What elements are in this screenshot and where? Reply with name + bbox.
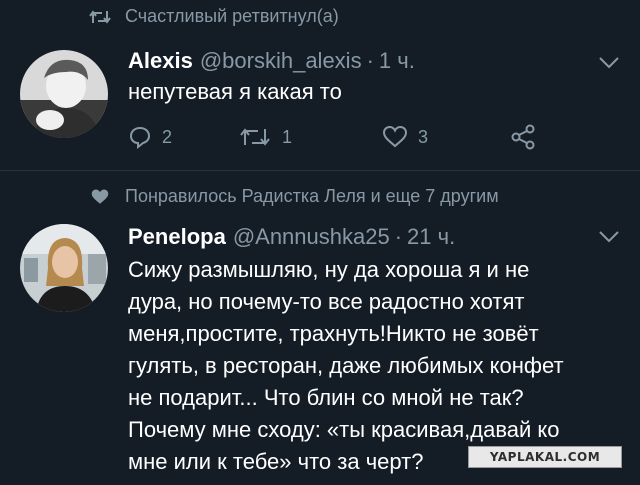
tweet-text-line: гулять, в ресторан, даже любимых конфет — [128, 353, 564, 378]
like-count: 3 — [418, 126, 429, 147]
tweet-text-line: Почему мне сходу: «ты красивая,давай ко — [128, 417, 560, 442]
tweet-text-line: не подарит... Что блин со мной не так? — [128, 385, 524, 410]
author-name[interactable]: Penelopa — [128, 224, 226, 250]
tweet-divider — [0, 170, 640, 171]
chevron-down-icon[interactable] — [598, 230, 620, 244]
avatar-penelopa[interactable] — [20, 224, 108, 312]
header-separator: · — [394, 224, 403, 249]
tweet-text-line: дура, но почему-то все радостно хотят — [128, 289, 525, 314]
tweet-header: Alexis @borskih_alexis · 1 ч. — [128, 48, 415, 74]
author-name[interactable]: Alexis — [128, 48, 193, 74]
author-handle[interactable]: @Annnushka25 — [233, 224, 390, 250]
tweet-text-line: меня,простите, трахнуть!Никто не зовёт — [128, 321, 539, 346]
share-icon — [511, 124, 535, 150]
like-context: Понравилось Радистка Леля и еще 7 другим — [0, 186, 499, 207]
tweet-header: Penelopa @Annnushka25 · 21 ч. — [128, 224, 455, 250]
heart-icon — [382, 125, 408, 148]
retweet-context: Счастливый ретвитнул(а) — [0, 6, 339, 27]
header-separator: · — [366, 48, 374, 73]
watermark-logo: YAPLAKAL.COM — [468, 446, 622, 468]
tweet-time[interactable]: 21 ч. — [407, 224, 455, 250]
chevron-down-icon[interactable] — [598, 56, 620, 70]
tweet-actions: 2 1 3 — [128, 124, 536, 150]
reply-count: 2 — [162, 126, 173, 147]
heart-icon — [80, 188, 120, 206]
retweet-icon — [80, 9, 120, 25]
like-button[interactable]: 3 — [382, 125, 510, 149]
avatar-alexis[interactable] — [20, 50, 108, 138]
reply-button[interactable]: 2 — [128, 125, 238, 149]
tweet-text: Сижу размышляю, ну да хороша я и не дура… — [128, 254, 564, 478]
tweet-text: непутевая я какая то — [128, 79, 342, 104]
like-context-text: Понравилось Радистка Леля и еще 7 другим — [125, 186, 499, 206]
share-button[interactable] — [510, 124, 536, 150]
retweet-count: 1 — [282, 126, 293, 147]
retweet-button[interactable]: 1 — [238, 126, 382, 148]
retweet-icon — [240, 128, 270, 146]
retweet-context-text: Счастливый ретвитнул(а) — [125, 6, 339, 26]
author-handle[interactable]: @borskih_alexis — [200, 48, 362, 74]
tweet-text-line: Сижу размышляю, ну да хороша я и не — [128, 257, 530, 282]
tweet-time[interactable]: 1 ч. — [379, 48, 415, 74]
reply-icon — [129, 126, 151, 149]
